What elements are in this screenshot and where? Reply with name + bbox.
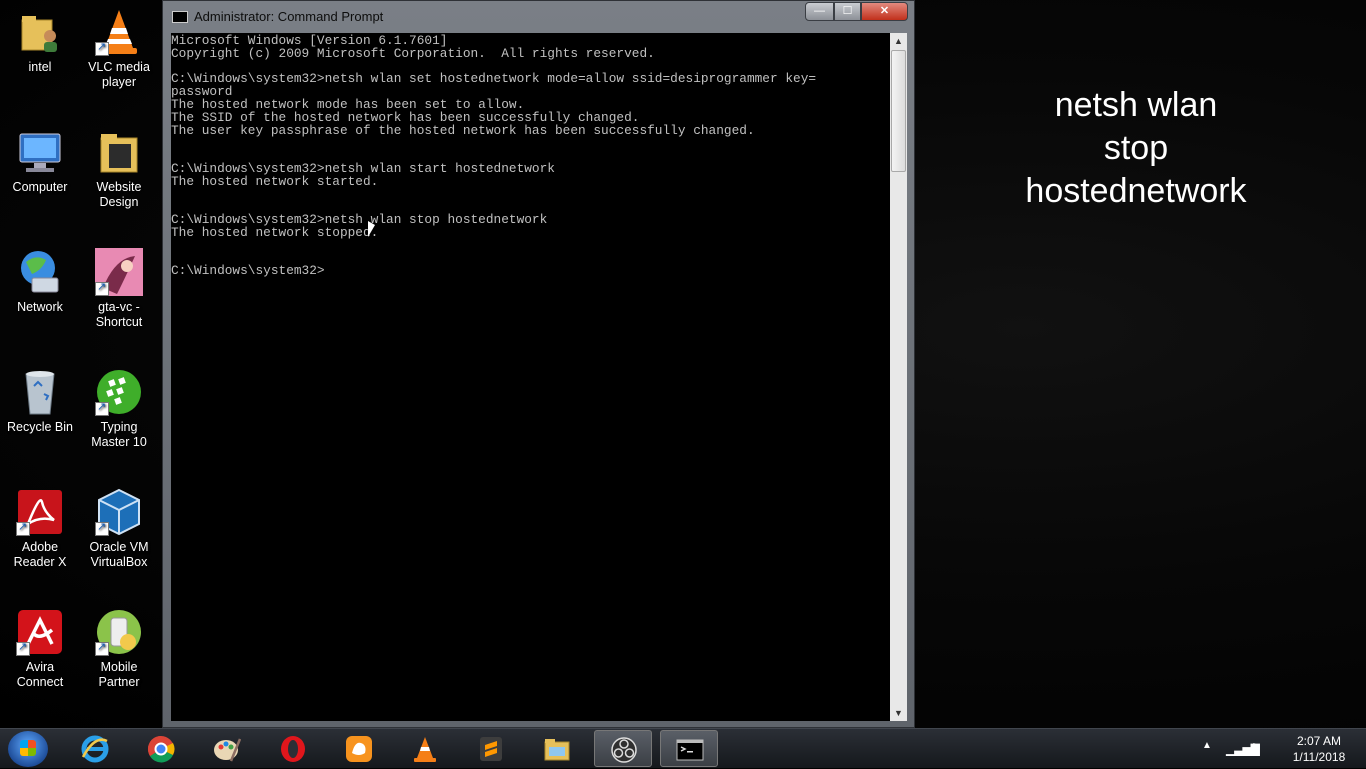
desktop-icon-vlc[interactable]: VLC media player: [79, 8, 159, 90]
uc-browser-icon: [346, 736, 372, 762]
taskbar: ▲ ▁▃▅▇ ⚑ 2:07 AM 1/11/2018: [0, 728, 1366, 768]
desktop-icon-label: VLC media player: [88, 60, 150, 89]
minimize-button[interactable]: —: [805, 2, 834, 21]
gta-vc-icon: [95, 248, 143, 296]
mobile-partner-icon: [95, 608, 143, 656]
console-area[interactable]: Microsoft Windows [Version 6.1.7601] Cop…: [171, 33, 890, 721]
clock-date: 1/11/2018: [1292, 750, 1346, 764]
shortcut-arrow-icon: [95, 520, 109, 536]
taskbar-file-explorer[interactable]: [528, 730, 586, 767]
command-prompt-icon: [676, 739, 704, 761]
taskbar-vlc[interactable]: [396, 730, 454, 767]
scroll-thumb[interactable]: [891, 50, 906, 172]
taskbar-internet-explorer[interactable]: [66, 730, 124, 767]
folder-user-icon: [16, 8, 64, 56]
obs-icon: [611, 737, 637, 763]
system-tray: ▲ ▁▃▅▇ ⚑ 2:07 AM 1/11/2018: [1196, 729, 1366, 769]
scroll-up-arrow-icon[interactable]: ▲: [890, 33, 907, 49]
desktop-icon-label: Oracle VM VirtualBox: [89, 540, 149, 569]
taskbar-chrome[interactable]: [132, 730, 190, 767]
shortcut-arrow-icon: [16, 640, 30, 656]
maximize-button[interactable]: ☐: [834, 2, 861, 21]
action-center-flag-icon[interactable]: ⚑: [1251, 741, 1265, 755]
window-title: Administrator: Command Prompt: [194, 9, 384, 24]
desktop-icon-adobe-reader[interactable]: Adobe Reader X: [0, 488, 80, 570]
taskbar-sublime-text[interactable]: [462, 730, 520, 767]
desktop-icon-label: Typing Master 10: [91, 420, 147, 449]
desktop-icon-recycle-bin[interactable]: Recycle Bin: [0, 368, 80, 435]
desktop-icon-virtualbox[interactable]: Oracle VM VirtualBox: [79, 488, 159, 570]
desktop-icon-website-design[interactable]: Website Design: [79, 128, 159, 210]
shortcut-arrow-icon: [95, 280, 109, 296]
windows-logo-icon: [20, 740, 36, 756]
desktop-icon-label: Mobile Partner: [98, 660, 140, 689]
file-explorer-icon: [544, 739, 570, 761]
overlay-caption: netsh wlan stop hostednetwork: [990, 84, 1282, 213]
taskbar-uc-browser[interactable]: [330, 730, 388, 767]
overlay-caption-text: netsh wlan stop hostednetwork: [1025, 86, 1247, 210]
desktop-icon-label: Adobe Reader X: [13, 540, 67, 569]
desktop-icon-label: Computer: [12, 180, 68, 194]
vlc-icon: [414, 737, 436, 762]
paint-icon: [214, 738, 241, 762]
desktop-icon-network[interactable]: Network: [0, 248, 80, 315]
shortcut-arrow-icon: [16, 520, 30, 536]
desktop-icon-typing-master[interactable]: Typing Master 10: [79, 368, 159, 450]
recycle-bin-icon: [16, 368, 64, 416]
virtualbox-icon: [95, 488, 143, 536]
sublime-text-icon: [480, 737, 502, 761]
desktop-icon-label: Avira Connect: [16, 660, 64, 689]
desktop-icon-label: Recycle Bin: [7, 420, 73, 434]
chrome-icon: [147, 735, 175, 763]
desktop-icon-gta-vc[interactable]: gta-vc - Shortcut: [79, 248, 159, 330]
title-bar[interactable]: Administrator: Command Prompt — ☐ ✕: [163, 1, 914, 33]
desktop-icon-intel[interactable]: intel: [0, 8, 80, 75]
cmd-window-icon[interactable]: [172, 11, 188, 23]
desktop-icon-label: intel: [28, 60, 52, 74]
desktop-icon-label: Network: [17, 300, 63, 314]
desktop-icon-label: Website Design: [96, 180, 142, 209]
internet-explorer-icon: [81, 735, 109, 763]
scroll-down-arrow-icon[interactable]: ▼: [890, 705, 907, 721]
adobe-reader-icon: [16, 488, 64, 536]
typing-master-icon: [95, 368, 143, 416]
show-hidden-icons-icon[interactable]: ▲: [1202, 740, 1212, 751]
desktop-icon-label: gta-vc - Shortcut: [95, 300, 143, 329]
avira-icon: [16, 608, 64, 656]
desktop-icon-computer[interactable]: Computer: [0, 128, 80, 195]
mouse-pointer-icon: [368, 221, 375, 237]
computer-icon: [16, 128, 64, 176]
vertical-scrollbar[interactable]: ▲ ▼: [890, 33, 907, 721]
taskbar-command-prompt[interactable]: [660, 730, 718, 767]
desktop-icon-mobile-partner[interactable]: Mobile Partner: [79, 608, 159, 690]
network-globe-icon: [16, 248, 64, 296]
close-button[interactable]: ✕: [861, 2, 908, 21]
taskbar-paint[interactable]: [198, 730, 256, 767]
clock[interactable]: 2:07 AM 1/11/2018: [1274, 733, 1364, 765]
console-output: Microsoft Windows [Version 6.1.7601] Cop…: [171, 33, 817, 279]
shortcut-arrow-icon: [95, 400, 109, 416]
desktop-icon-avira[interactable]: Avira Connect: [0, 608, 80, 690]
clock-time: 2:07 AM: [1296, 734, 1342, 748]
shortcut-arrow-icon: [95, 640, 109, 656]
taskbar-opera[interactable]: [264, 730, 322, 767]
command-prompt-window[interactable]: Administrator: Command Prompt — ☐ ✕ Micr…: [162, 0, 915, 728]
opera-icon: [281, 736, 305, 762]
taskbar-obs[interactable]: [594, 730, 652, 767]
shortcut-arrow-icon: [95, 40, 109, 56]
vlc-cone-icon: [95, 8, 143, 56]
folder-icon: [95, 128, 143, 176]
start-button[interactable]: [8, 731, 48, 767]
window-controls: — ☐ ✕: [805, 2, 908, 21]
